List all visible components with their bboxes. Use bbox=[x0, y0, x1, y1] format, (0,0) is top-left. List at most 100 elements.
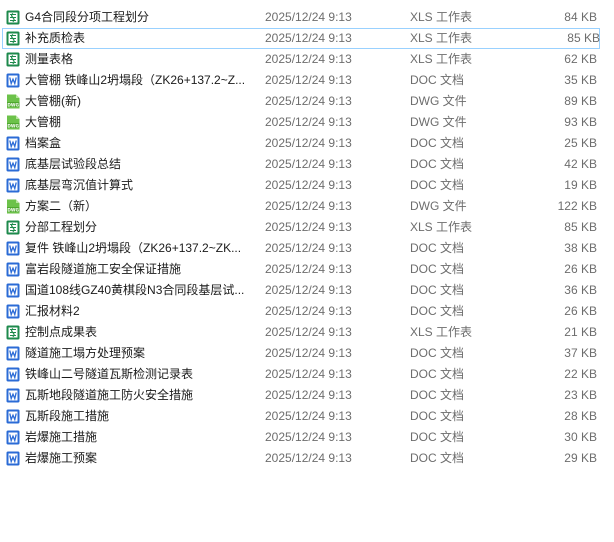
doc-icon bbox=[6, 451, 20, 466]
file-modified-date: 2025/12/24 9:13 bbox=[265, 283, 352, 297]
doc-icon bbox=[6, 262, 20, 277]
file-row[interactable]: 底基层试验段总结 2025/12/24 9:13 DOC 文档 42 KB bbox=[0, 154, 614, 175]
file-size: 28 KB bbox=[564, 409, 597, 423]
file-type: DOC 文档 bbox=[410, 346, 465, 360]
dwg-icon: DWG bbox=[6, 115, 20, 130]
file-type: DOC 文档 bbox=[410, 241, 465, 255]
dwg-icon: DWG bbox=[6, 199, 20, 214]
svg-text:DWG: DWG bbox=[7, 123, 19, 128]
file-type: DOC 文档 bbox=[410, 367, 465, 381]
file-modified-date: 2025/12/24 9:13 bbox=[265, 241, 352, 255]
file-type: XLS 工作表 bbox=[410, 325, 473, 339]
file-row[interactable]: 控制点成果表 2025/12/24 9:13 XLS 工作表 21 KB bbox=[0, 322, 614, 343]
file-name: 底基层试验段总结 bbox=[25, 157, 122, 171]
xls-icon bbox=[6, 10, 20, 25]
file-modified-date: 2025/12/24 9:13 bbox=[265, 367, 352, 381]
doc-icon bbox=[6, 178, 20, 193]
svg-text:DWG: DWG bbox=[7, 207, 19, 212]
file-name: 大管棚 铁峰山2坍塌段（ZK26+137.2~Z... bbox=[25, 73, 246, 87]
file-row[interactable]: DWG 大管棚 2025/12/24 9:13 DWG 文件 93 KB bbox=[0, 112, 614, 133]
file-row[interactable]: 底基层弯沉值计算式 2025/12/24 9:13 DOC 文档 19 KB bbox=[0, 175, 614, 196]
file-modified-date: 2025/12/24 9:13 bbox=[265, 10, 352, 24]
file-size: 30 KB bbox=[564, 430, 597, 444]
file-row[interactable]: 国道108线GZ40黄棋段N3合同段基层试... 2025/12/24 9:13 D… bbox=[0, 280, 614, 301]
file-row[interactable]: 岩爆施工措施 2025/12/24 9:13 DOC 文档 30 KB bbox=[0, 427, 614, 448]
file-name: 方案二（新） bbox=[25, 199, 98, 213]
file-name: 大管棚(新) bbox=[25, 94, 81, 108]
file-row[interactable]: 瓦斯地段隧道施工防火安全措施 2025/12/24 9:13 DOC 文档 23 KB bbox=[0, 385, 614, 406]
file-type: DOC 文档 bbox=[410, 451, 465, 465]
file-type: DOC 文档 bbox=[410, 157, 465, 171]
file-type: XLS 工作表 bbox=[410, 220, 473, 234]
file-modified-date: 2025/12/24 9:13 bbox=[265, 346, 352, 360]
file-type: DWG 文件 bbox=[410, 115, 467, 129]
file-row[interactable]: 测量表格 2025/12/24 9:13 XLS 工作表 62 KB bbox=[0, 49, 614, 70]
file-modified-date: 2025/12/24 9:13 bbox=[265, 136, 352, 150]
file-size: 35 KB bbox=[564, 73, 597, 87]
file-row[interactable]: 档案盒 2025/12/24 9:13 DOC 文档 25 KB bbox=[0, 133, 614, 154]
file-type: DOC 文档 bbox=[410, 136, 465, 150]
file-size: 85 KB bbox=[567, 31, 600, 45]
doc-icon bbox=[6, 283, 20, 298]
file-row[interactable]: 隧道施工塌方处理预案 2025/12/24 9:13 DOC 文档 37 KB bbox=[0, 343, 614, 364]
file-size: 19 KB bbox=[564, 178, 597, 192]
file-name: 补充质检表 bbox=[25, 31, 86, 45]
file-name: 测量表格 bbox=[25, 52, 74, 66]
file-size: 29 KB bbox=[564, 451, 597, 465]
doc-icon bbox=[6, 409, 20, 424]
xls-icon bbox=[6, 325, 20, 340]
file-row[interactable]: 复件 铁峰山2坍塌段（ZK26+137.2~ZK... 2025/12/24 9:… bbox=[0, 238, 614, 259]
file-size: 26 KB bbox=[564, 304, 597, 318]
file-modified-date: 2025/12/24 9:13 bbox=[265, 199, 352, 213]
xls-icon bbox=[6, 52, 20, 67]
file-row[interactable]: DWG 大管棚(新) 2025/12/24 9:13 DWG 文件 89 KB bbox=[0, 91, 614, 112]
file-modified-date: 2025/12/24 9:13 bbox=[265, 157, 352, 171]
doc-icon bbox=[6, 157, 20, 172]
file-row[interactable]: 岩爆施工预案 2025/12/24 9:13 DOC 文档 29 KB bbox=[0, 448, 614, 469]
file-type: XLS 工作表 bbox=[410, 10, 473, 24]
file-row[interactable]: 大管棚 铁峰山2坍塌段（ZK26+137.2~Z... 2025/12/24 9:… bbox=[0, 70, 614, 91]
doc-icon bbox=[6, 367, 20, 382]
file-name: 汇报材料2 bbox=[25, 304, 80, 318]
file-modified-date: 2025/12/24 9:13 bbox=[265, 388, 352, 402]
doc-icon bbox=[6, 304, 20, 319]
file-row[interactable]: 补充质检表 2025/12/24 9:13 XLS 工作表 85 KB bbox=[2, 28, 600, 49]
file-size: 122 KB bbox=[557, 199, 597, 213]
file-modified-date: 2025/12/24 9:13 bbox=[265, 325, 352, 339]
file-modified-date: 2025/12/24 9:13 bbox=[265, 31, 352, 45]
file-row[interactable]: 富岩段隧道施工安全保证措施 2025/12/24 9:13 DOC 文档 26 KB bbox=[0, 259, 614, 280]
doc-icon bbox=[6, 241, 20, 256]
file-row[interactable]: 瓦斯段施工措施 2025/12/24 9:13 DOC 文档 28 KB bbox=[0, 406, 614, 427]
file-name: G4合同段分项工程划分 bbox=[25, 10, 150, 24]
file-modified-date: 2025/12/24 9:13 bbox=[265, 304, 352, 318]
svg-text:DWG: DWG bbox=[7, 102, 19, 107]
file-type: DOC 文档 bbox=[410, 73, 465, 87]
file-modified-date: 2025/12/24 9:13 bbox=[265, 451, 352, 465]
file-list: G4合同段分项工程划分 2025/12/24 9:13 XLS 工作表 84 KB 补充… bbox=[0, 7, 614, 469]
file-row[interactable]: 铁峰山二号隧道瓦斯检测记录表 2025/12/24 9:13 DOC 文档 22 KB bbox=[0, 364, 614, 385]
file-row[interactable]: 汇报材料2 2025/12/24 9:13 DOC 文档 26 KB bbox=[0, 301, 614, 322]
file-name: 瓦斯地段隧道施工防火安全措施 bbox=[25, 388, 194, 402]
file-type: DWG 文件 bbox=[410, 94, 467, 108]
file-type: DOC 文档 bbox=[410, 409, 465, 423]
file-size: 25 KB bbox=[564, 136, 597, 150]
doc-icon bbox=[6, 346, 20, 361]
file-row[interactable]: DWG 方案二（新） 2025/12/24 9:13 DWG 文件 122 KB bbox=[0, 196, 614, 217]
file-modified-date: 2025/12/24 9:13 bbox=[265, 262, 352, 276]
file-modified-date: 2025/12/24 9:13 bbox=[265, 220, 352, 234]
file-name: 铁峰山二号隧道瓦斯检测记录表 bbox=[25, 367, 194, 381]
doc-icon bbox=[6, 73, 20, 88]
file-modified-date: 2025/12/24 9:13 bbox=[265, 52, 352, 66]
file-name: 复件 铁峰山2坍塌段（ZK26+137.2~ZK... bbox=[25, 241, 242, 255]
file-type: DOC 文档 bbox=[410, 388, 465, 402]
file-name: 底基层弯沉值计算式 bbox=[25, 178, 134, 192]
file-type: DOC 文档 bbox=[410, 430, 465, 444]
file-row[interactable]: G4合同段分项工程划分 2025/12/24 9:13 XLS 工作表 84 KB bbox=[0, 7, 614, 28]
doc-icon bbox=[6, 136, 20, 151]
file-row[interactable]: 分部工程划分 2025/12/24 9:13 XLS 工作表 85 KB bbox=[0, 217, 614, 238]
file-size: 62 KB bbox=[564, 52, 597, 66]
file-modified-date: 2025/12/24 9:13 bbox=[265, 115, 352, 129]
file-name: 分部工程划分 bbox=[25, 220, 98, 234]
file-type: DOC 文档 bbox=[410, 178, 465, 192]
file-type: XLS 工作表 bbox=[410, 52, 473, 66]
